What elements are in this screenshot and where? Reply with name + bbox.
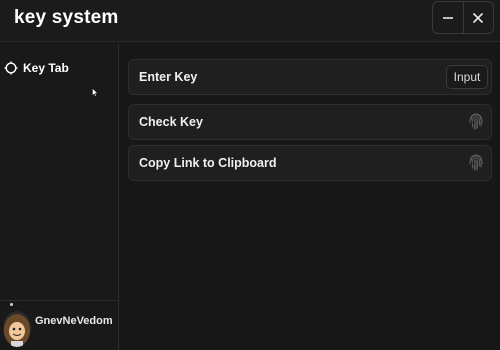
mouse-cursor-icon [92, 88, 98, 97]
sidebar: Key Tab GnevNeVedom [0, 43, 119, 350]
status-dot [10, 303, 13, 306]
crosshair-icon [4, 61, 18, 75]
check-key-button[interactable]: Check Key [128, 104, 492, 140]
close-button[interactable] [464, 2, 494, 33]
copy-link-button[interactable]: Copy Link to Clipboard [128, 145, 492, 181]
copy-link-label: Copy Link to Clipboard [139, 156, 277, 170]
title-bar: key system [0, 0, 500, 42]
username: GnevNeVedom [35, 315, 113, 327]
enter-key-label: Enter Key [139, 70, 198, 84]
enter-key-row: Enter Key [128, 59, 492, 95]
avatar [3, 311, 31, 347]
fingerprint-icon [469, 154, 483, 171]
main-panel: Enter Key Check Key Copy Link to Clipboa… [120, 43, 500, 350]
window-controls [432, 1, 494, 34]
window-title: key system [14, 7, 119, 28]
sidebar-item-label: Key Tab [23, 61, 69, 75]
close-icon [473, 12, 484, 23]
minus-icon [442, 16, 453, 19]
fingerprint-icon [469, 113, 483, 130]
key-input[interactable] [446, 65, 488, 89]
sidebar-item-key-tab[interactable]: Key Tab [4, 57, 114, 79]
minimize-button[interactable] [433, 2, 464, 33]
check-key-label: Check Key [139, 115, 203, 129]
avatar-icon [3, 311, 31, 347]
user-profile: GnevNeVedom [0, 300, 118, 350]
